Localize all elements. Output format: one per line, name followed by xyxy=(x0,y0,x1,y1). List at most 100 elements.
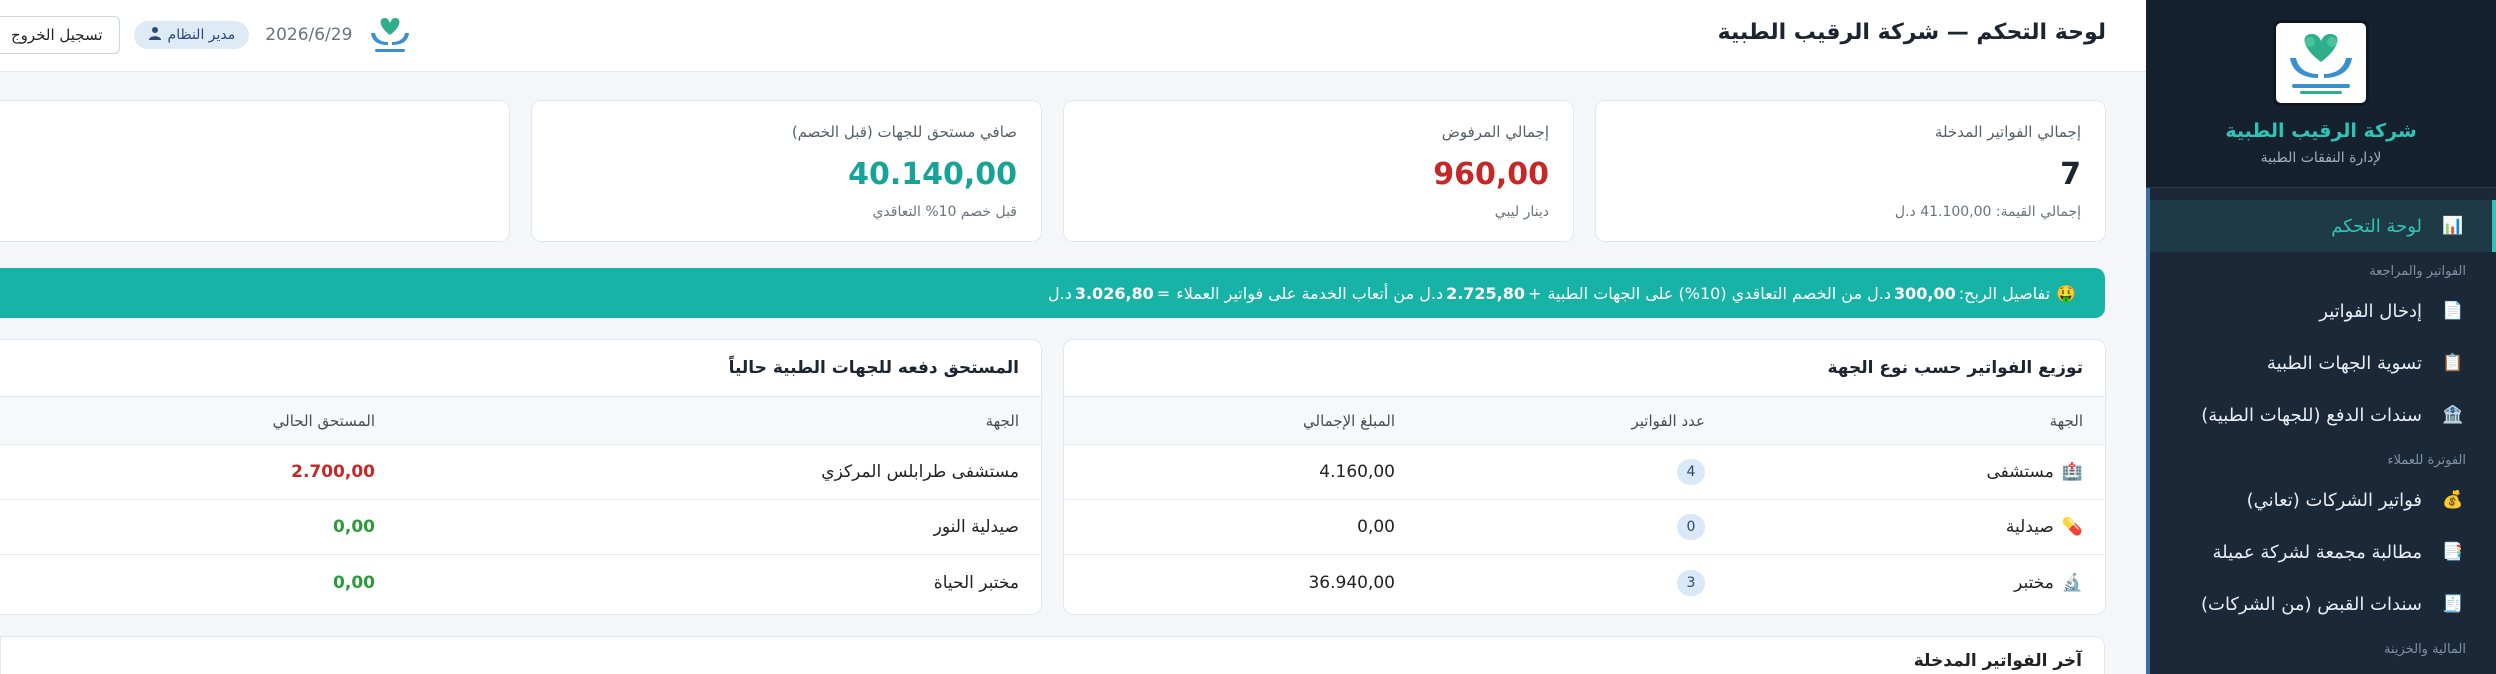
profit-contract-text: د.ل من الخصم التعاقدي (10%) على الجهات ا… xyxy=(1547,283,1891,303)
sidebar-item-payment-vouchers[interactable]: 🏦 سندات الدفع (للجهات الطبية) xyxy=(2146,389,2496,441)
stat-label: صافي مستحق للجهات (قبل الخصم) xyxy=(791,123,1017,141)
profit-plus: + xyxy=(1528,283,1542,303)
provider-name: مستشفى طرابلس المركزي xyxy=(821,462,1019,482)
user-icon xyxy=(148,26,162,44)
stat-label: إجمالي الفواتير المدخلة xyxy=(1934,123,2081,141)
logout-button[interactable]: تسجيل الخروج xyxy=(0,16,120,54)
stat-value: 40.140,00 xyxy=(848,157,1017,192)
current-date: 2026/6/29 xyxy=(265,25,353,45)
chart-icon: 📊 xyxy=(2442,216,2464,236)
stat-value: 960,00 xyxy=(1433,157,1549,192)
hospital-icon: 🏥 xyxy=(2061,462,2083,482)
current-due-amount: 0,00 xyxy=(333,572,375,593)
invoice-icon: 📄 xyxy=(2442,301,2464,321)
stat-note: دينار ليبي xyxy=(1494,204,1549,220)
invoice-count-badge: 3 xyxy=(1677,569,1705,596)
profit-prefix: تفاصيل الربح: xyxy=(1958,283,2051,303)
clipboard-icon: 📋 xyxy=(2442,353,2464,373)
current-due-amount: 2.700,00 xyxy=(291,462,375,482)
document-stack-icon: 📑 xyxy=(2442,542,2464,562)
column-header: الجهة xyxy=(2049,411,2083,430)
stat-value: 7 xyxy=(2060,157,2081,192)
dashboard-main: إجمالي الفواتير المدخلة 7 إجمالي القيمة:… xyxy=(0,72,2146,674)
profit-service-fees: 2.725,80 xyxy=(1446,283,1526,303)
column-header: الجهة xyxy=(985,411,1019,430)
panel-title: المستحق دفعه للجهات الطبية حالياً xyxy=(0,340,1041,397)
sidebar: شركة الرقيب الطبية لإدارة النفقات الطبية… xyxy=(2146,0,2496,674)
stat-card-net-due: صافي مستحق للجهات (قبل الخصم) 40.140,00 … xyxy=(531,100,1042,242)
table-row: مستشفى طرابلس المركزي 2.700,00 xyxy=(0,445,1041,500)
sidebar-item-label: فواتير الشركات (تعاني) xyxy=(2246,489,2422,511)
distribution-panel: توزيع الفواتير حسب نوع الجهة الجهة عدد ا… xyxy=(1063,339,2106,615)
page-title: لوحة التحكم — شركة الرقيب الطبية xyxy=(1717,20,2106,45)
pill-icon: 💊 xyxy=(2061,517,2083,537)
sidebar-item-label: لوحة التحكم xyxy=(2331,215,2422,237)
column-header: عدد الفواتير xyxy=(1631,411,1706,430)
header-logo xyxy=(366,13,414,57)
sidebar-item-dashboard[interactable]: 📊 لوحة التحكم xyxy=(2146,200,2496,252)
sidebar-item-enter-invoices[interactable]: 📄 إدخال الفواتير xyxy=(2146,285,2496,337)
sidebar-brand: شركة الرقيب الطبية لإدارة النفقات الطبية xyxy=(2146,0,2496,188)
table-row: 🔬 مختبر 3 36.940,00 xyxy=(1064,555,2105,610)
sidebar-item-label: تسوية الجهات الطبية xyxy=(2266,352,2422,374)
sidebar-item-label: مطالبة مجمعة لشركة عميلة xyxy=(2212,541,2422,563)
sidebar-item-provider-settlement[interactable]: 📋 تسوية الجهات الطبية xyxy=(2146,337,2496,389)
panel-title: توزيع الفواتير حسب نوع الجهة xyxy=(1064,340,2105,397)
sidebar-item-label: سندات الدفع (للجهات الطبية) xyxy=(2201,404,2422,426)
sidebar-item-label: إدخال الفواتير xyxy=(2319,300,2422,322)
table-row: 💊 صيدلية 0 0,00 xyxy=(1064,500,2105,555)
sidebar-item-company-invoices[interactable]: 💰 فواتير الشركات (تعاني) xyxy=(2146,474,2496,526)
nav-section-client-billing: الفوترة للعملاء xyxy=(2387,453,2466,468)
stat-note: إجمالي القيمة: 41.100,00 د.ل xyxy=(1894,204,2081,220)
receipt-icon: 🧾 xyxy=(2442,594,2464,614)
total-amount: 0,00 xyxy=(1357,517,1395,537)
money-bag-icon: 💰 xyxy=(2442,490,2464,510)
bank-icon: 🏦 xyxy=(2442,405,2464,425)
stat-card-total-invoices: إجمالي الفواتير المدخلة 7 إجمالي القيمة:… xyxy=(1595,100,2106,242)
money-face-icon: 🤑 xyxy=(2056,283,2076,303)
table-header-row: الجهة عدد الفواتير المبلغ الإجمالي xyxy=(1064,397,2105,445)
sidebar-item-label: سندات القبض (من الشركات) xyxy=(2200,593,2422,615)
sidebar-nav: 📊 لوحة التحكم الفواتير والمراجعة 📄 إدخال… xyxy=(2146,188,2496,663)
stat-note: قبل خصم 10% التعاقدي xyxy=(872,204,1017,220)
table-row: صيدلية النور 0,00 xyxy=(0,500,1041,555)
profit-equals: = xyxy=(1156,283,1171,303)
due-payments-panel: المستحق دفعه للجهات الطبية حالياً الجهة … xyxy=(0,339,1042,615)
sidebar-item-receipt-vouchers[interactable]: 🧾 سندات القبض (من الشركات) xyxy=(2146,578,2496,630)
panel-title: آخر الفواتير المدخلة xyxy=(1913,651,2082,671)
stat-label: إجمالي المرفوض xyxy=(1441,123,1549,141)
user-role-label: مدير النظام xyxy=(167,27,236,43)
sidebar-item-consolidated-claim[interactable]: 📑 مطالبة مجمعة لشركة عميلة xyxy=(2146,526,2496,578)
brand-name: شركة الرقيب الطبية xyxy=(2225,120,2417,142)
provider-name: مختبر الحياة xyxy=(933,572,1019,593)
latest-invoices-panel: آخر الفواتير المدخلة xyxy=(0,636,2105,674)
user-role-badge: مدير النظام xyxy=(133,21,250,49)
sidebar-scrollbar[interactable] xyxy=(2146,188,2150,674)
provider-type: مختبر xyxy=(2014,572,2054,593)
stat-card-empty xyxy=(0,100,510,242)
provider-name: صيدلية النور xyxy=(933,517,1019,537)
topbar: لوحة التحكم — شركة الرقيب الطبية تسجيل ا… xyxy=(0,0,2146,72)
provider-type: مستشفى xyxy=(1986,462,2054,482)
nav-section-invoices: الفواتير والمراجعة xyxy=(2369,264,2466,279)
table-header-row: الجهة المستحق الحالي xyxy=(0,397,1041,445)
total-amount: 4.160,00 xyxy=(1319,462,1395,482)
column-header: المستحق الحالي xyxy=(272,411,375,430)
brand-subtitle: لإدارة النفقات الطبية xyxy=(2260,150,2382,166)
profit-contract-discount: 300,00 xyxy=(1893,283,1956,303)
total-amount: 36.940,00 xyxy=(1308,572,1395,593)
profit-total-unit: د.ل xyxy=(1048,283,1072,303)
stat-card-rejected: إجمالي المرفوض 960,00 دينار ليبي xyxy=(1063,100,1574,242)
profit-details-banner: 🤑 تفاصيل الربح: 300,00 د.ل من الخصم التع… xyxy=(0,268,2105,318)
company-logo xyxy=(2273,20,2369,106)
column-header: المبلغ الإجمالي xyxy=(1303,411,1395,430)
profit-total: 3.026,80 xyxy=(1074,283,1154,303)
invoice-count-badge: 4 xyxy=(1677,459,1705,485)
invoice-count-badge: 0 xyxy=(1677,514,1705,540)
topbar-actions: تسجيل الخروج مدير النظام 2026/6/29 xyxy=(0,12,414,58)
microscope-icon: 🔬 xyxy=(2061,572,2083,593)
table-row: مختبر الحياة 0,00 xyxy=(0,555,1041,610)
table-row: 🏥 مستشفى 4 4.160,00 xyxy=(1064,445,2105,500)
current-due-amount: 0,00 xyxy=(333,517,375,537)
profit-service-text: د.ل من أتعاب الخدمة على فواتير العملاء xyxy=(1176,283,1444,303)
